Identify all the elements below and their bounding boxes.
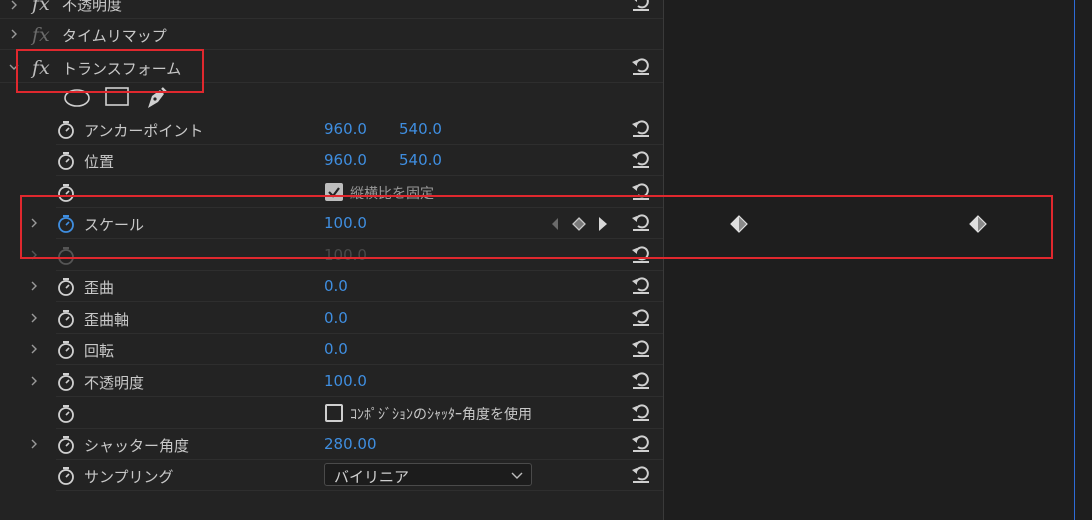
row-divider: [56, 364, 663, 365]
property-row-skew-axis[interactable]: 歪曲軸 0.0: [0, 303, 663, 334]
chevron-right-icon[interactable]: [28, 311, 40, 325]
comp-shutter-checkbox[interactable]: [325, 404, 343, 422]
row-divider: [56, 490, 663, 491]
effect-row-opacity[interactable]: fx 不透明度: [0, 0, 663, 19]
highlight-transform: [16, 49, 204, 93]
reset-icon[interactable]: [630, 275, 652, 295]
chevron-right-icon[interactable]: [8, 0, 20, 12]
property-label: シャッター角度: [84, 437, 190, 455]
chevron-right-icon[interactable]: [8, 27, 20, 41]
row-divider: [56, 301, 663, 302]
row-divider: [56, 396, 663, 397]
stopwatch-icon[interactable]: [56, 151, 76, 171]
property-row-anchor-point[interactable]: アンカーポイント 960.0 540.0: [0, 114, 663, 145]
sampling-dropdown[interactable]: バイリニア: [324, 463, 532, 486]
property-label: 回転: [84, 342, 115, 360]
timeline-edge: [1074, 0, 1075, 520]
stopwatch-icon[interactable]: [56, 404, 76, 424]
property-label: 不透明度: [84, 374, 145, 392]
position-x-value[interactable]: 960.0: [324, 151, 367, 169]
position-y-value[interactable]: 540.0: [399, 151, 442, 169]
comp-shutter-label: ｺﾝﾎﾟｼﾞｼｮﾝのｼｬｯﾀｰ角度を使用: [350, 407, 532, 423]
chevron-right-icon[interactable]: [28, 437, 40, 451]
reset-icon[interactable]: [630, 370, 652, 390]
stopwatch-icon[interactable]: [56, 466, 76, 486]
chevron-down-icon: [511, 472, 523, 479]
row-divider: [56, 175, 663, 176]
property-row-rotation[interactable]: 回転 0.0: [0, 334, 663, 365]
highlight-scale-row: [20, 195, 1053, 259]
property-row-skew[interactable]: 歪曲 0.0: [0, 271, 663, 302]
reset-icon[interactable]: [630, 433, 652, 453]
property-label: アンカーポイント: [84, 122, 204, 140]
reset-icon[interactable]: [630, 307, 652, 327]
rotation-value[interactable]: 0.0: [324, 340, 348, 358]
stopwatch-icon[interactable]: [56, 277, 76, 297]
stopwatch-icon[interactable]: [56, 120, 76, 140]
chevron-right-icon[interactable]: [28, 342, 40, 356]
reset-icon[interactable]: [630, 149, 652, 169]
skew-axis-value[interactable]: 0.0: [324, 309, 348, 327]
property-row-comp-shutter[interactable]: ｺﾝﾎﾟｼﾞｼｮﾝのｼｬｯﾀｰ角度を使用: [0, 398, 663, 429]
reset-icon[interactable]: [630, 0, 652, 12]
chevron-right-icon[interactable]: [28, 279, 40, 293]
sampling-selected-value: バイリニア: [334, 468, 410, 486]
stopwatch-icon[interactable]: [56, 372, 76, 392]
stopwatch-icon[interactable]: [56, 309, 76, 329]
opacity-value[interactable]: 100.0: [324, 372, 367, 390]
reset-icon[interactable]: [630, 118, 652, 138]
anchor-y-value[interactable]: 540.0: [399, 120, 442, 138]
anchor-x-value[interactable]: 960.0: [324, 120, 367, 138]
property-row-opacity[interactable]: 不透明度 100.0: [0, 366, 663, 397]
reset-icon[interactable]: [630, 402, 652, 422]
property-row-shutter-angle[interactable]: シャッター角度 280.00: [0, 429, 663, 460]
keyframe-timeline[interactable]: [663, 0, 1092, 520]
reset-icon[interactable]: [630, 56, 652, 76]
effect-label: 不透明度: [62, 0, 123, 14]
fx-icon: fx: [32, 0, 50, 15]
fx-icon: fx: [32, 24, 50, 46]
reset-icon[interactable]: [630, 464, 652, 484]
property-row-position[interactable]: 位置 960.0 540.0: [0, 145, 663, 176]
effect-row-time-remap[interactable]: fx タイムリマップ: [0, 19, 663, 50]
property-label: 歪曲: [84, 279, 115, 297]
shutter-angle-value[interactable]: 280.00: [324, 435, 377, 453]
chevron-right-icon[interactable]: [28, 374, 40, 388]
property-label: 位置: [84, 153, 115, 171]
effect-label: タイムリマップ: [62, 27, 167, 45]
property-row-sampling[interactable]: サンプリング バイリニア: [0, 460, 663, 491]
stopwatch-icon[interactable]: [56, 435, 76, 455]
property-label: 歪曲軸: [84, 311, 130, 329]
reset-icon[interactable]: [630, 338, 652, 358]
skew-value[interactable]: 0.0: [324, 277, 348, 295]
stopwatch-icon[interactable]: [56, 340, 76, 360]
property-label: サンプリング: [84, 468, 174, 486]
